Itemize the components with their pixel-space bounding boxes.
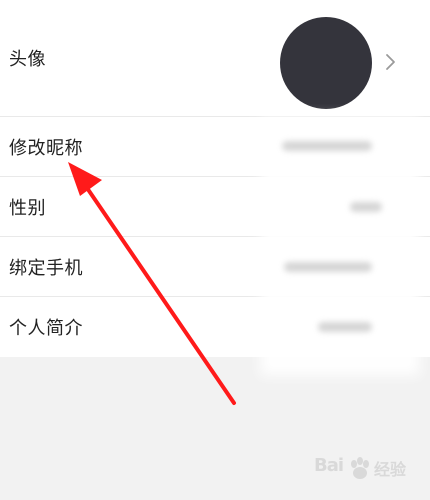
row-label-avatar: 头像 <box>9 49 46 70</box>
baidu-paw-icon <box>351 457 369 479</box>
settings-row-avatar[interactable]: 头像 <box>0 0 430 117</box>
row-label-nickname: 修改昵称 <box>9 137 83 159</box>
row-label-bio: 个人简介 <box>9 318 83 339</box>
blurred-value-nickname <box>282 141 372 151</box>
blurred-values-panel <box>261 117 419 375</box>
chevron-right-icon <box>386 54 395 70</box>
blurred-value-phone <box>284 262 372 272</box>
row-label-phone: 绑定手机 <box>9 257 83 279</box>
row-label-gender: 性别 <box>9 197 46 219</box>
baidu-jingyan-watermark: Bai 经验 <box>312 455 424 487</box>
watermark-brand: Bai <box>314 455 344 476</box>
blurred-value-gender <box>350 202 382 212</box>
blurred-value-bio <box>318 322 372 332</box>
watermark-suffix: 经验 <box>374 460 407 479</box>
avatar[interactable] <box>280 17 372 109</box>
